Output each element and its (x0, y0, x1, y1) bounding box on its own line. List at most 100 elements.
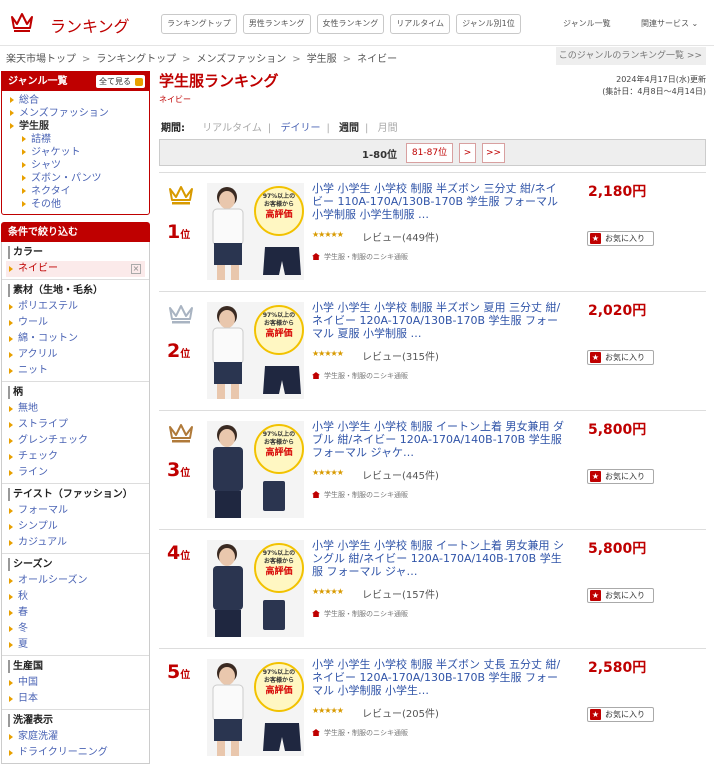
product-thumbnail[interactable]: 97%以上の お客様から 高評価 (207, 183, 304, 280)
filter-option[interactable]: オールシーズン (8, 573, 143, 589)
filter-option[interactable]: 無地 (8, 401, 143, 417)
favorite-button[interactable]: お気に入り (587, 588, 654, 603)
favorite-button[interactable]: お気に入り (587, 231, 654, 246)
close-icon[interactable]: × (131, 264, 141, 274)
review-count-link[interactable]: レビュー(205件) (362, 705, 439, 720)
filter-option[interactable]: 家庭洗濯 (8, 729, 143, 745)
tab-ranking-top[interactable]: ランキングトップ (161, 14, 237, 34)
product-name-link[interactable]: 小学 小学生 小学校 制服 半ズボン 夏用 三分丈 紺/ネイビー 120A-17… (312, 301, 567, 340)
rating-stars: ★★★★★ (312, 706, 344, 715)
genre-item[interactable]: ズボン・パンツ (9, 172, 149, 185)
product-price: 2,580円 (588, 660, 647, 676)
filter-option-label: オールシーズン (18, 575, 88, 586)
filter-option[interactable]: ストライプ (8, 417, 143, 433)
breadcrumb-rakuten-top[interactable]: 楽天市場トップ (6, 54, 76, 65)
product-name-link[interactable]: 小学 小学生 小学校 制服 イートン上着 男女兼用 シングル 紺/ネイビー 12… (312, 539, 567, 578)
crown-logo-icon[interactable] (10, 11, 34, 33)
product-thumbnail[interactable]: 97%以上の お客様から 高評価 (207, 540, 304, 637)
breadcrumb-ranking-top[interactable]: ランキングトップ (96, 54, 176, 65)
pager-next-range[interactable]: 81-87位 (406, 143, 453, 163)
filter-option[interactable]: 綿・コットン (8, 331, 143, 347)
review-count-link[interactable]: レビュー(315件) (362, 348, 439, 363)
shop-name-link[interactable]: 学生服・制服のニシキ通販 (312, 252, 408, 262)
thumb-caption-highlight: 高評価 (265, 686, 293, 696)
rank-suffix: 位 (180, 670, 191, 681)
shop-name-link[interactable]: 学生服・制服のニシキ通販 (312, 728, 408, 738)
filter-option[interactable]: チェック (8, 449, 143, 465)
sidebar: ジャンル一覧 全て見る 総合 メンズファッション 学生服 詰襟 ジャケット シャツ ズボン・… (1, 71, 150, 764)
product-name-link[interactable]: 小学 小学生 小学校 制服 半ズボン 丈長 五分丈 紺/ネイビー 120A-17… (312, 658, 567, 697)
filter-option[interactable]: 中国 (8, 675, 143, 691)
period-daily[interactable]: デイリー (280, 123, 320, 134)
chevron-down-icon: ⌄ (691, 19, 699, 28)
breadcrumb: 楽天市場トップ > ランキングトップ > メンズファッション > 学生服 > ネイビー (6, 54, 398, 65)
genre-item[interactable]: メンズファッション (9, 107, 149, 120)
review-count-link[interactable]: レビュー(157件) (362, 586, 439, 601)
filter-option[interactable]: 日本 (8, 691, 143, 707)
crown-bronze-icon (169, 424, 193, 443)
genre-item[interactable]: ネクタイ (9, 185, 149, 198)
thumb-caption-line2: お客様から (263, 558, 294, 565)
filter-option[interactable]: 春 (8, 605, 143, 621)
genre-ranking-list-button[interactable]: このジャンルのランキング一覧 >> (556, 47, 706, 65)
period-label: 期間: (161, 123, 185, 134)
genre-item[interactable]: その他 (9, 198, 149, 211)
genre-item[interactable]: ジャケット (9, 146, 149, 159)
product-thumbnail[interactable]: 97%以上の お客様から 高評価 (207, 302, 304, 399)
genre-item[interactable]: 詰襟 (9, 133, 149, 146)
filter-option[interactable]: ウール (8, 315, 143, 331)
thumb-caption-highlight: 高評価 (265, 567, 293, 577)
review-count-link[interactable]: レビュー(445件) (362, 467, 439, 482)
filter-option-label: 春 (18, 607, 28, 618)
filter-section-title: 柄 (8, 386, 143, 399)
filter-option-label: シンプル (18, 521, 58, 532)
see-all-button[interactable]: 全て見る (96, 75, 145, 88)
filter-option[interactable]: ドライクリーニング (8, 745, 143, 761)
rank-value: 5 (167, 661, 181, 683)
logo-text[interactable]: ランキング (50, 13, 130, 37)
shop-name-link[interactable]: 学生服・制服のニシキ通販 (312, 490, 408, 500)
pager-last-button[interactable]: >> (482, 143, 505, 163)
filter-option[interactable]: アクリル (8, 347, 143, 363)
tab-female-ranking[interactable]: 女性ランキング (316, 14, 385, 34)
ranking-item: 1位 97%以上の お客様から 高評価 小学 小学生 小学校 制服 半ズボン 三分丈 紺… (159, 172, 706, 291)
shop-name-link[interactable]: 学生服・制服のニシキ通販 (312, 609, 408, 619)
filter-option[interactable]: フォーマル (8, 503, 143, 519)
product-name-link[interactable]: 小学 小学生 小学校 制服 半ズボン 三分丈 紺/ネイビー 110A-170A/… (312, 182, 567, 221)
filter-option[interactable]: 冬 (8, 621, 143, 637)
filter-option[interactable]: シンプル (8, 519, 143, 535)
genre-list-link[interactable]: ジャンル一覧 (563, 18, 611, 29)
period-monthly[interactable]: 月間 (378, 123, 398, 134)
breadcrumb-mens-fashion[interactable]: メンズファッション (196, 54, 286, 65)
period-weekly[interactable]: 週間 (339, 123, 359, 134)
related-services-link[interactable]: 関連サービス ⌄ (641, 18, 698, 29)
product-name-link[interactable]: 小学 小学生 小学校 制服 イートン上着 男女兼用 ダブル 紺/ネイビー 120… (312, 420, 567, 459)
tab-male-ranking[interactable]: 男性ランキング (242, 14, 311, 34)
favorite-button[interactable]: お気に入り (587, 707, 654, 722)
tab-genre-top[interactable]: ジャンル別1位 (456, 14, 521, 34)
product-thumbnail[interactable]: 97%以上の お客様から 高評価 (207, 659, 304, 756)
favorite-button[interactable]: お気に入り (587, 469, 654, 484)
filter-option-label: 中国 (18, 677, 38, 688)
genre-item[interactable]: 総合 (9, 94, 149, 107)
filter-option[interactable]: 夏 (8, 637, 143, 653)
pager-next-button[interactable]: > (459, 143, 476, 163)
product-thumbnail[interactable]: 97%以上の お客様から 高評価 (207, 421, 304, 518)
breadcrumb-school-uniform[interactable]: 学生服 (307, 54, 337, 65)
period-realtime[interactable]: リアルタイム (202, 123, 262, 134)
filter-option[interactable]: ライン (8, 465, 143, 481)
review-count-link[interactable]: レビュー(449件) (362, 229, 439, 244)
shop-name-link[interactable]: 学生服・制服のニシキ通販 (312, 371, 408, 381)
filter-option-label: 綿・コットン (18, 333, 78, 344)
filter-option[interactable]: ニット (8, 363, 143, 379)
filter-section-title: シーズン (8, 558, 143, 571)
filter-option[interactable]: カジュアル (8, 535, 143, 551)
favorite-button[interactable]: お気に入り (587, 350, 654, 365)
tab-realtime[interactable]: リアルタイム (390, 14, 451, 34)
thumb-caption: 97%以上の お客様から 高評価 (257, 550, 301, 578)
filter-option[interactable]: ポリエステル (8, 299, 143, 315)
filter-option[interactable]: グレンチェック (8, 433, 143, 449)
genre-item[interactable]: シャツ (9, 159, 149, 172)
filter-option[interactable]: 秋 (8, 589, 143, 605)
filter-option[interactable]: ネイビー × (6, 261, 145, 277)
